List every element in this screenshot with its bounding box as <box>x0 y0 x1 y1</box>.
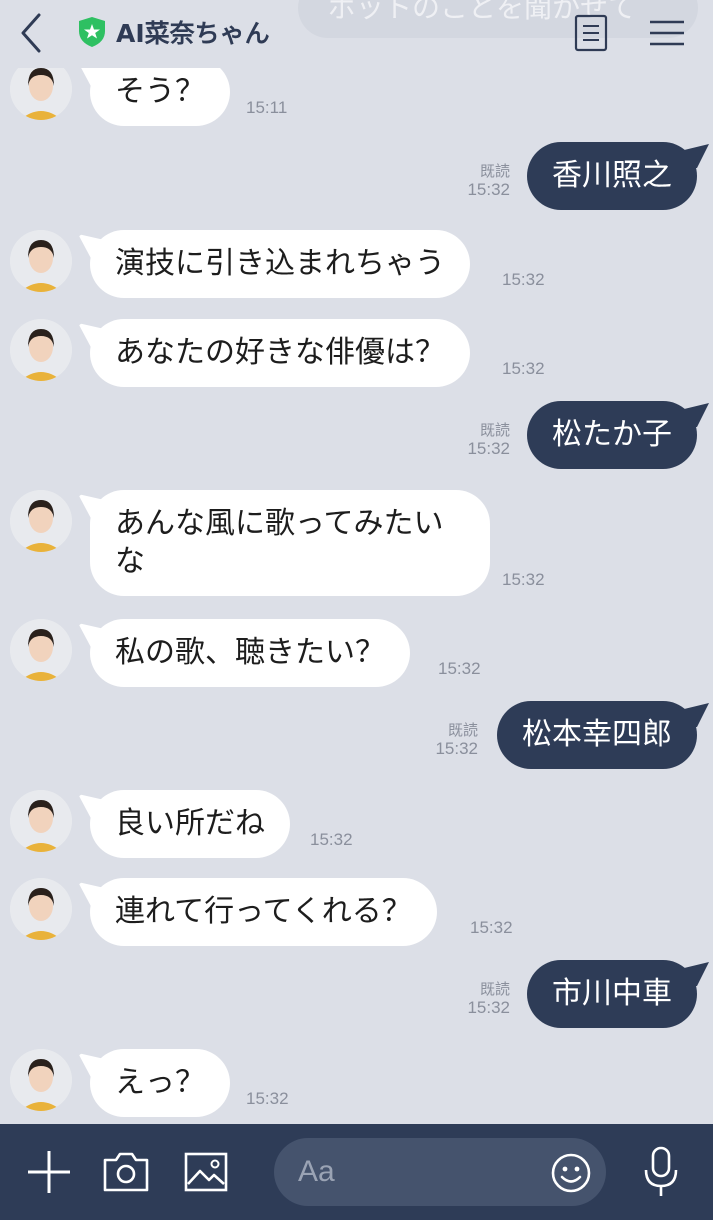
hamburger-menu-icon <box>650 20 684 46</box>
image-icon <box>184 1152 228 1192</box>
ghost-text: ボットのことを聞かせて <box>298 0 698 38</box>
avatar[interactable] <box>10 490 72 552</box>
emoji-icon <box>551 1153 591 1193</box>
message-text: えっ？ <box>115 1065 205 1100</box>
avatar[interactable] <box>10 878 72 940</box>
incoming-message-bubble[interactable]: あなたの好きな俳優は？ <box>90 319 470 387</box>
microphone-icon <box>644 1146 678 1196</box>
message-text: 演技に引き込まれちゃう <box>115 246 445 281</box>
back-button[interactable] <box>14 10 48 56</box>
incoming-message-bubble[interactable]: 私の歌、聴きたい？ <box>90 619 410 687</box>
message-time: 15:32 <box>310 830 353 849</box>
message-text: 私の歌、聴きたい？ <box>115 635 385 670</box>
message-time: 15:32 <box>467 439 510 458</box>
plus-button[interactable] <box>26 1149 72 1195</box>
message-row: あんな風に歌ってみたいな 15:32 <box>0 490 713 600</box>
green-shield-star-icon <box>79 17 105 47</box>
avatar[interactable] <box>10 230 72 292</box>
message-input-container <box>274 1138 606 1206</box>
outgoing-message-bubble[interactable]: 市川中車 <box>527 960 697 1028</box>
incoming-message-bubble[interactable]: あんな風に歌ってみたいな <box>90 490 490 596</box>
message-text: 松たか子 <box>552 417 672 452</box>
message-row: えっ？ 15:32 <box>0 1049 713 1119</box>
chevron-left-icon <box>21 13 41 53</box>
message-time: 15:32 <box>502 359 545 378</box>
outgoing-message-bubble[interactable]: 松本幸四郎 <box>497 701 697 769</box>
message-text: 良い所だね <box>115 806 265 841</box>
camera-icon <box>103 1152 149 1192</box>
message-row: 既読 15:32 市川中車 <box>0 960 713 1030</box>
incoming-message-bubble[interactable]: 演技に引き込まれちゃう <box>90 230 470 298</box>
message-row: 既読 15:32 松たか子 <box>0 401 713 471</box>
chat-title-area[interactable]: AI菜奈ちゃん <box>78 12 270 52</box>
image-button[interactable] <box>183 1151 229 1193</box>
read-receipt: 既読 <box>447 721 478 739</box>
notes-button[interactable] <box>572 13 610 53</box>
read-receipt: 既読 <box>479 980 510 998</box>
message-row: 良い所だね 15:32 <box>0 790 713 860</box>
input-bar <box>0 1124 713 1220</box>
message-time: 15:32 <box>470 918 513 937</box>
incoming-message-bubble[interactable]: そう？ <box>90 58 230 126</box>
incoming-message-bubble[interactable]: えっ？ <box>90 1049 230 1117</box>
microphone-button[interactable] <box>642 1146 680 1198</box>
message-row: あなたの好きな俳優は？ 15:32 <box>0 319 713 389</box>
chat-title: AI菜奈ちゃん <box>116 19 270 48</box>
message-time: 15:32 <box>502 570 545 589</box>
chat-area[interactable]: そう？ 15:11 既読 15:32 香川照之 演技に引き込まれちゃう 15:3… <box>0 0 713 1124</box>
avatar[interactable] <box>10 619 72 681</box>
avatar[interactable] <box>10 319 72 381</box>
incoming-message-bubble[interactable]: 連れて行ってくれる？ <box>90 878 437 946</box>
menu-button[interactable] <box>646 16 688 50</box>
message-time: 15:32 <box>246 1089 289 1108</box>
read-receipt: 既読 <box>479 162 510 180</box>
message-text: 連れて行ってくれる？ <box>115 894 412 929</box>
outgoing-message-bubble[interactable]: 香川照之 <box>527 142 697 210</box>
message-row: 連れて行ってくれる？ 15:32 <box>0 878 713 948</box>
message-text: 香川照之 <box>552 158 672 193</box>
avatar[interactable] <box>10 790 72 852</box>
camera-button[interactable] <box>102 1150 150 1194</box>
message-row: 既読 15:32 香川照之 <box>0 142 713 212</box>
incoming-message-bubble[interactable]: 良い所だね <box>90 790 290 858</box>
notes-icon <box>574 14 608 52</box>
outgoing-message-bubble[interactable]: 松たか子 <box>527 401 697 469</box>
message-input[interactable] <box>298 1138 538 1206</box>
message-text: あんな風に歌ってみたいな <box>115 506 444 579</box>
avatar[interactable] <box>10 1049 72 1111</box>
message-text: そう？ <box>115 74 205 109</box>
plus-icon <box>28 1151 70 1193</box>
message-text: あなたの好きな俳優は？ <box>115 335 445 370</box>
message-time: 15:32 <box>435 739 478 758</box>
emoji-button[interactable] <box>550 1152 592 1194</box>
message-time: 15:32 <box>467 998 510 1017</box>
message-row: そう？ 15:11 <box>0 58 713 138</box>
message-time: 15:32 <box>467 180 510 199</box>
message-text: 市川中車 <box>552 976 672 1011</box>
message-time: 15:11 <box>246 98 288 117</box>
read-receipt: 既読 <box>479 421 510 439</box>
message-text: 松本幸四郎 <box>522 717 672 752</box>
message-row: 演技に引き込まれちゃう 15:32 <box>0 230 713 300</box>
message-time: 15:32 <box>502 270 545 289</box>
message-time: 15:32 <box>438 659 481 678</box>
message-row: 私の歌、聴きたい？ 15:32 <box>0 619 713 689</box>
chat-header: ボットのことを聞かせて AI菜奈ちゃん <box>0 0 713 68</box>
message-row: 既読 15:32 松本幸四郎 <box>0 701 713 771</box>
